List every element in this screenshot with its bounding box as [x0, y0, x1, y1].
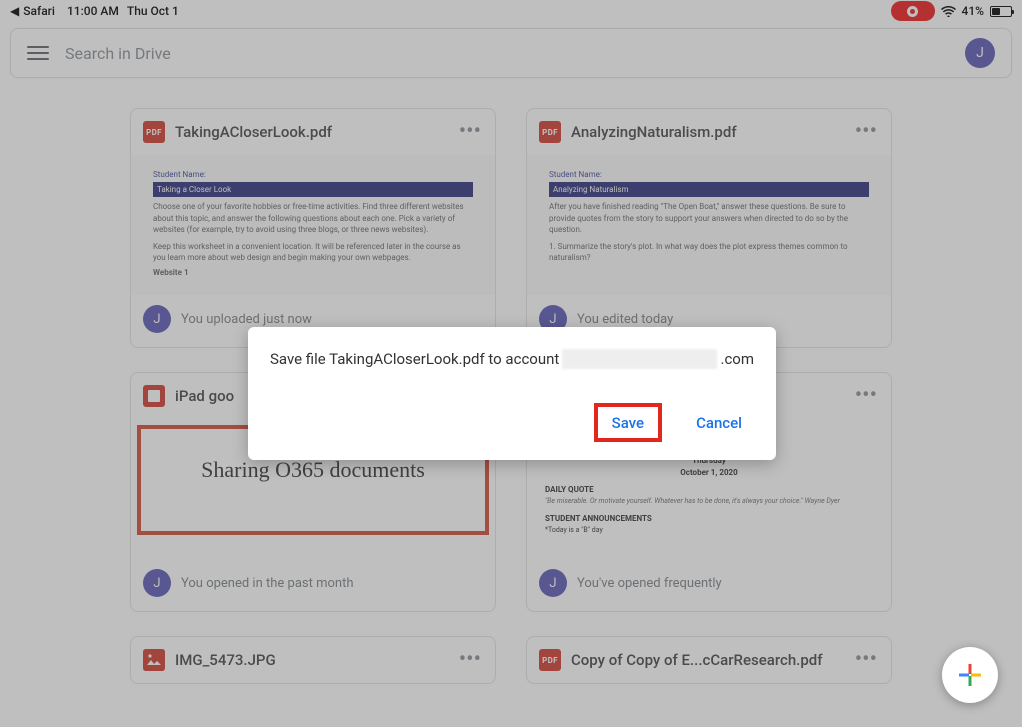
dialog-message: Save file TakingACloserLook.pdf to accou… [270, 349, 754, 369]
save-dialog: Save file TakingACloserLook.pdf to accou… [248, 327, 776, 460]
save-button-highlight: Save [594, 403, 662, 442]
save-button[interactable]: Save [608, 412, 648, 434]
redacted-email [562, 349, 717, 369]
new-fab[interactable] [942, 647, 998, 703]
cancel-button[interactable]: Cancel [684, 406, 754, 440]
